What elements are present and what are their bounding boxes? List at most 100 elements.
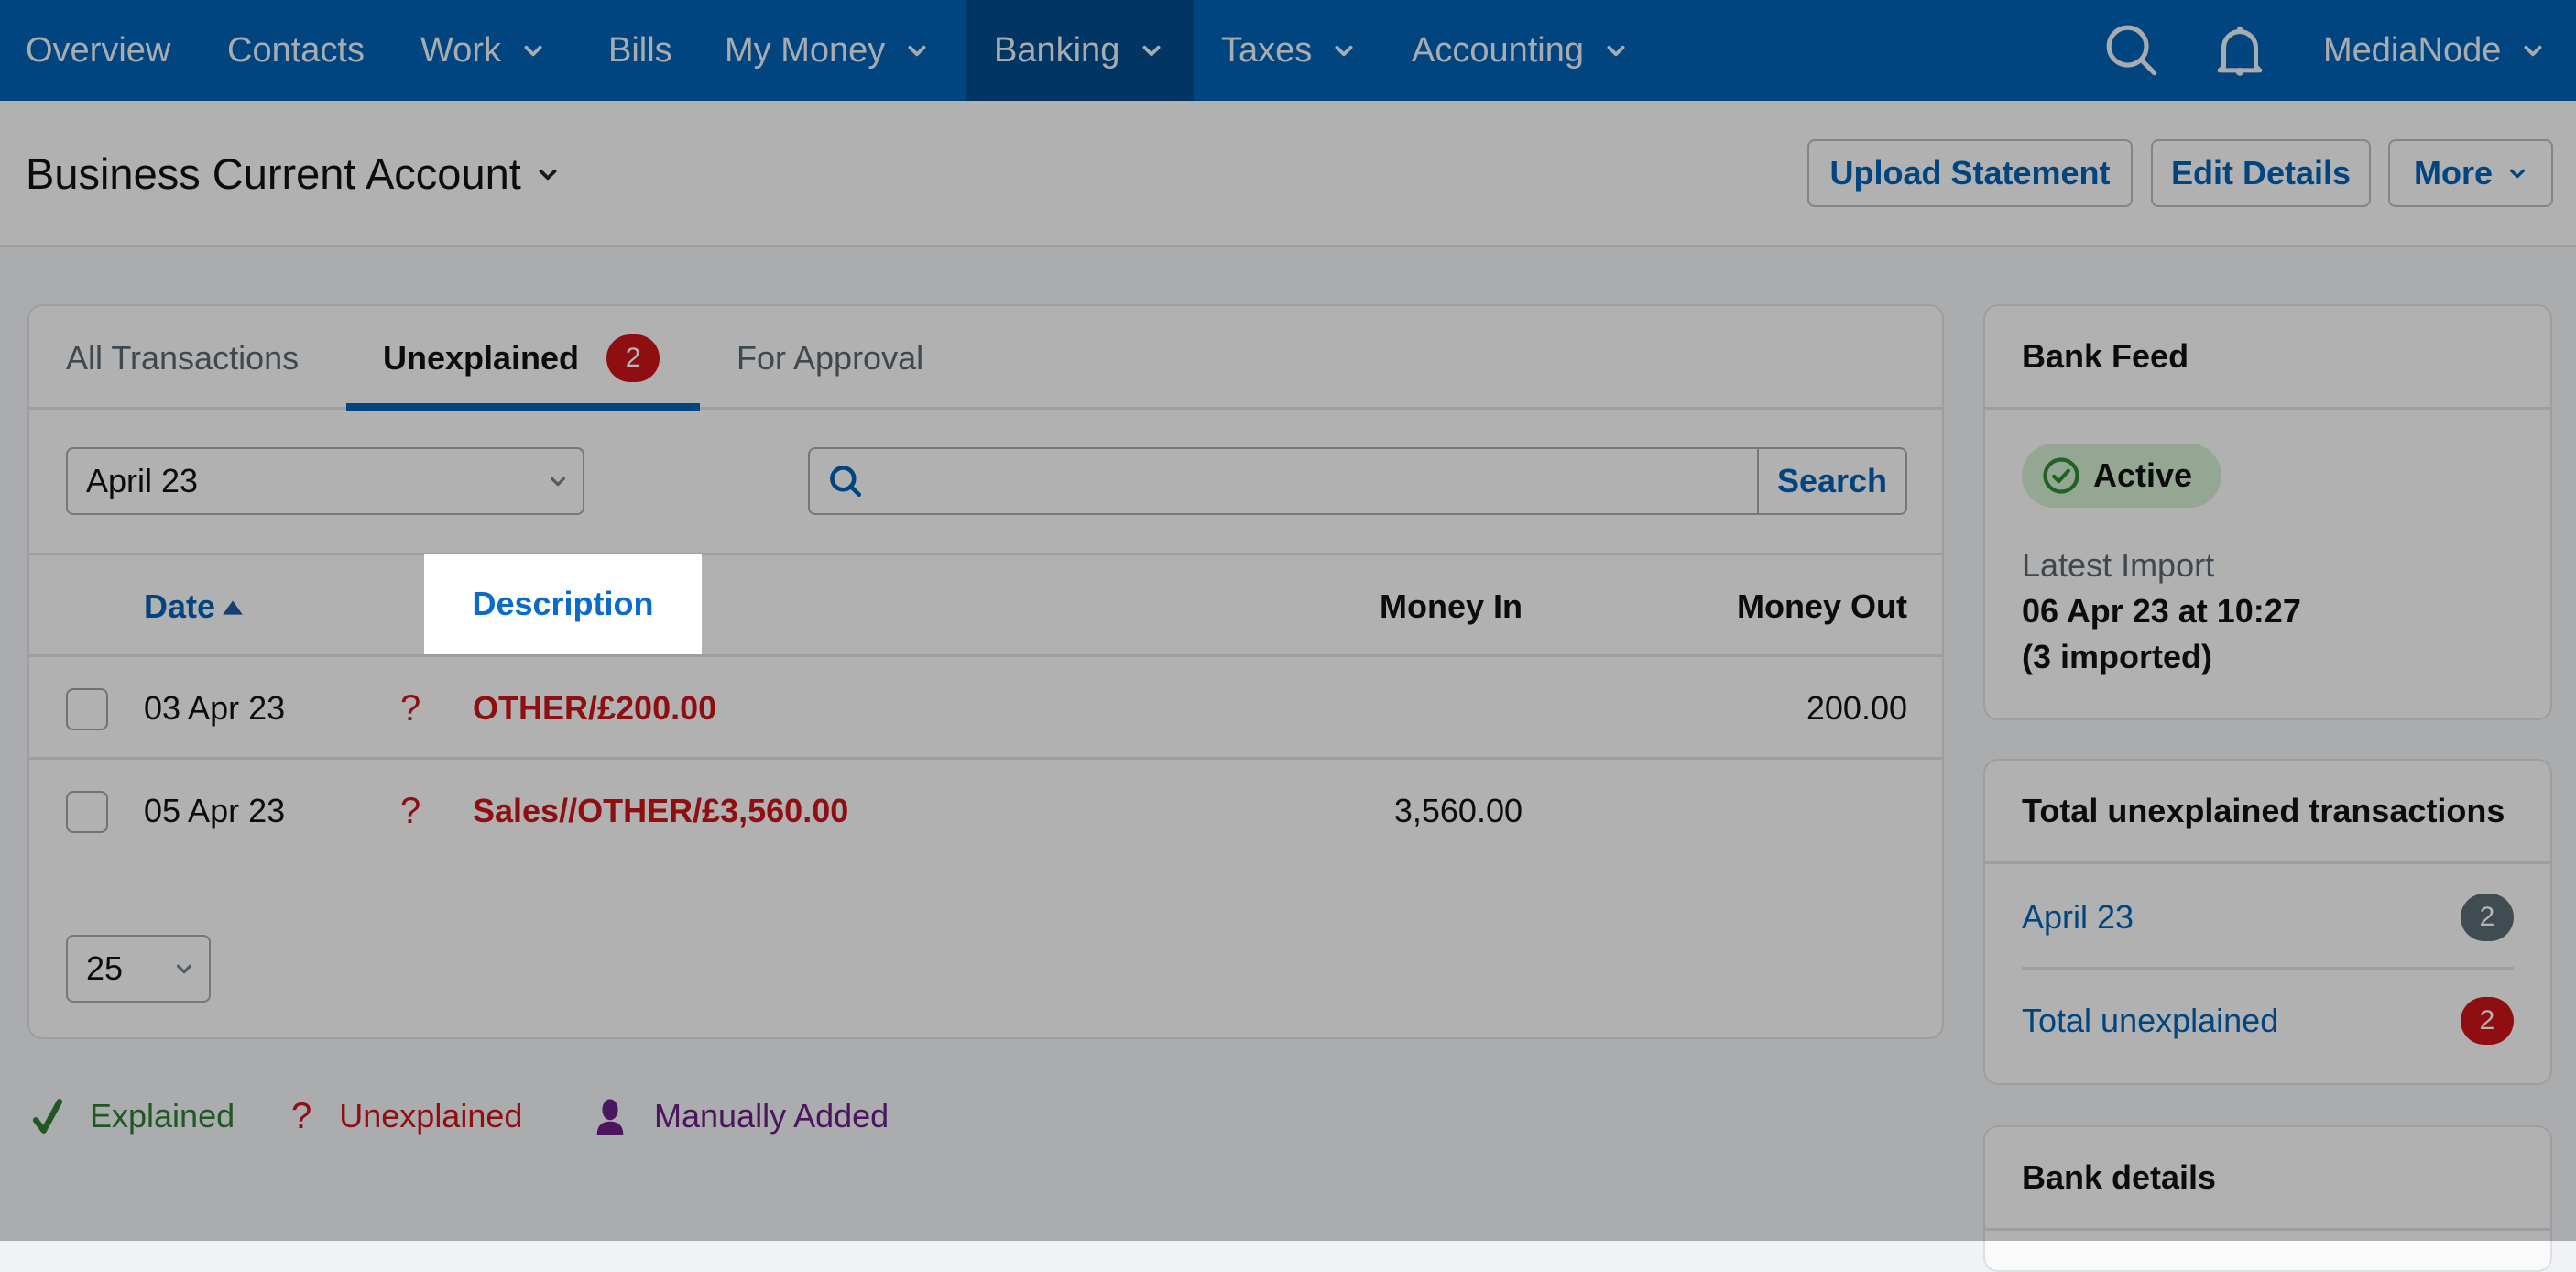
- nav-label: Bills: [608, 30, 672, 70]
- nav-label: Taxes: [1221, 30, 1313, 70]
- column-label: Description: [472, 585, 654, 622]
- nav-item-my-money[interactable]: My Money: [725, 0, 929, 101]
- nav-label: Work: [420, 30, 501, 70]
- imported-count: (3 imported): [2022, 638, 2213, 675]
- unexplained-icon: ?: [400, 790, 421, 831]
- nav-label: Overview: [26, 30, 171, 70]
- tab-unexplained[interactable]: Unexplained 2: [383, 306, 660, 410]
- tabs: All Transactions Unexplained 2 For Approv…: [29, 306, 1942, 411]
- chevron-down-icon: [524, 45, 542, 57]
- transactions-card: All Transactions Unexplained 2 For Approv…: [27, 304, 1944, 1039]
- nav-label: Banking: [994, 30, 1120, 70]
- button-label: Search: [1776, 462, 1888, 499]
- count-badge: 2: [2461, 893, 2514, 941]
- search-icon[interactable]: [2100, 18, 2164, 82]
- latest-import-value: 06 Apr 23 at 10:27: [2022, 592, 2301, 630]
- row-description-link[interactable]: OTHER/£200.00: [473, 657, 716, 760]
- sort-ascending-icon: [223, 600, 243, 615]
- row-checkbox[interactable]: [66, 791, 108, 833]
- per-page-value: 25: [86, 949, 124, 987]
- upload-statement-button[interactable]: Upload Statement: [1807, 139, 2133, 207]
- chevron-down-icon: [1607, 45, 1625, 57]
- latest-import-label: Latest Import: [2022, 546, 2215, 584]
- column-header-date[interactable]: Date: [144, 555, 245, 657]
- chevron-down-icon: [550, 477, 566, 487]
- row-money-out: 200.00: [1806, 689, 1907, 727]
- row-money-in: 3,560.00: [1393, 792, 1523, 829]
- link-label: April 23: [2022, 897, 2134, 936]
- legend-label: Unexplained: [339, 1097, 523, 1135]
- column-header-money-in: Money In: [1129, 555, 1523, 657]
- checkmark-icon: [32, 1099, 63, 1134]
- per-page-select[interactable]: 25: [66, 935, 211, 1003]
- nav-item-overview[interactable]: Overview: [26, 0, 170, 101]
- chevron-down-icon: [2509, 169, 2526, 179]
- row-description-link[interactable]: Sales//OTHER/£3,560.00: [473, 760, 848, 862]
- question-mark-icon: ?: [291, 1095, 312, 1136]
- legend-label: Manually Added: [654, 1097, 890, 1135]
- unexplained-summary-card: Total unexplained transactions April 23 …: [1983, 759, 2552, 1085]
- table-row[interactable]: 03 Apr 23 ? OTHER/£200.00 200.00: [29, 657, 1942, 760]
- column-label: Date: [144, 587, 216, 625]
- nav-label: My Money: [725, 30, 886, 70]
- nav-item-bills[interactable]: Bills: [608, 0, 672, 101]
- legend-label: Explained: [90, 1097, 235, 1135]
- chevron-down-icon: [908, 45, 926, 57]
- chevron-down-icon: [2524, 45, 2542, 57]
- legend-manually-added: Manually Added: [594, 1091, 889, 1142]
- unexplained-summary-title: Total unexplained transactions: [1985, 761, 2550, 864]
- more-button[interactable]: More: [2388, 139, 2553, 207]
- nav-item-work[interactable]: Work: [420, 0, 545, 101]
- chevron-down-icon: [1335, 45, 1353, 57]
- nav-item-banking[interactable]: Banking: [966, 0, 1194, 101]
- chevron-down-icon: [1142, 45, 1161, 57]
- search-button[interactable]: Search: [1757, 449, 1905, 513]
- nav-item-contacts[interactable]: Contacts: [227, 0, 365, 101]
- nav-item-accounting[interactable]: Accounting: [1412, 0, 1628, 101]
- unexplained-period-link[interactable]: April 23 2: [2022, 867, 2514, 970]
- tab-all-transactions[interactable]: All Transactions: [66, 306, 299, 410]
- search-field: Search: [808, 447, 1907, 515]
- active-tab-indicator: [346, 403, 700, 411]
- link-label: Total unexplained: [2022, 1002, 2279, 1039]
- column-header-money-out: Money Out: [1532, 555, 1907, 657]
- table-row[interactable]: 05 Apr 23 ? Sales//OTHER/£3,560.00 3,560…: [29, 760, 1942, 862]
- row-date: 03 Apr 23: [144, 689, 286, 727]
- account-menu[interactable]: MediaNode: [2323, 0, 2545, 101]
- unexplained-count-badge: 2: [606, 334, 660, 382]
- bank-details-card: Bank details: [1983, 1125, 2552, 1272]
- column-label: Money Out: [1737, 587, 1907, 625]
- period-value: April 23: [86, 462, 199, 499]
- button-label: Edit Details: [2170, 154, 2352, 192]
- user-icon: [596, 1099, 624, 1135]
- row-checkbox[interactable]: [66, 688, 108, 730]
- bell-icon[interactable]: [2208, 18, 2272, 82]
- period-select[interactable]: April 23: [66, 447, 584, 515]
- highlighted-description-header[interactable]: Description: [424, 554, 702, 654]
- tab-label: All Transactions: [66, 338, 300, 377]
- search-icon: [830, 466, 862, 498]
- search-input[interactable]: [883, 449, 1753, 513]
- chevron-down-icon: [176, 964, 192, 974]
- table-header: Date Description Money In Money Out: [29, 555, 1942, 657]
- total-unexplained-link[interactable]: Total unexplained 2: [2022, 970, 2514, 1072]
- check-circle-icon: [2043, 457, 2079, 494]
- row-date: 05 Apr 23: [144, 792, 286, 829]
- tab-for-approval[interactable]: For Approval: [737, 306, 923, 410]
- account-switcher[interactable]: Business Current Account: [26, 148, 560, 199]
- unexplained-icon: ?: [400, 687, 421, 729]
- row-money-in: [1129, 657, 1523, 760]
- bank-feed-title: Bank Feed: [1985, 306, 2550, 410]
- page-title: Business Current Account: [26, 149, 521, 198]
- nav-item-taxes[interactable]: Taxes: [1221, 0, 1356, 101]
- count-badge: 2: [2461, 997, 2514, 1045]
- row-money-out: [1532, 760, 1907, 862]
- column-label: Money In: [1379, 587, 1523, 625]
- bank-feed-card: Bank Feed Active Latest Import 06 Apr 23…: [1983, 304, 2552, 720]
- top-nav: Overview Contacts Work Bills My Money Ba…: [0, 0, 2576, 101]
- legend-unexplained: ? Unexplained: [291, 1091, 522, 1142]
- bank-details-title: Bank details: [1985, 1127, 2550, 1231]
- edit-details-button[interactable]: Edit Details: [2151, 139, 2371, 207]
- legend-explained: Explained: [31, 1091, 235, 1142]
- nav-label: Contacts: [227, 30, 365, 70]
